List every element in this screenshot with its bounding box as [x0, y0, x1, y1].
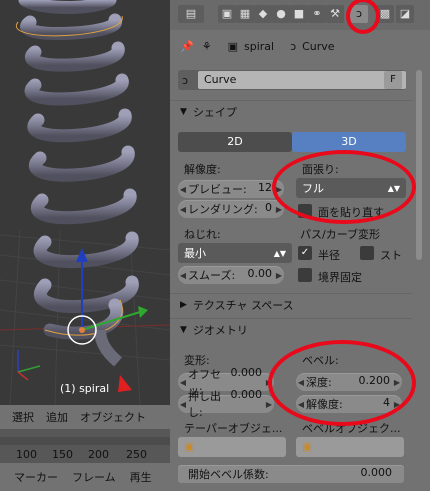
- stretch-checkbox[interactable]: [360, 246, 374, 260]
- field-label: 開始ベベル係数:: [188, 468, 269, 481]
- curve-icon: ↄ: [290, 39, 297, 53]
- scene-tab-icon[interactable]: ◆: [254, 5, 272, 23]
- field-label: 押し出し:: [188, 390, 221, 419]
- collapse-icon: ▼: [180, 325, 187, 335]
- datablock-name[interactable]: Curve: [198, 71, 406, 89]
- properties-tabs: ▤ ▣ ▦ ◆ ● ■ ⚭ ⚒ ↄ ▩ ◪: [170, 0, 430, 30]
- smooth-field[interactable]: ◀ スムーズ: 0.00 ▶: [178, 266, 284, 284]
- section-title: シェイプ: [192, 106, 237, 119]
- twist-label: ねじれ:: [184, 228, 221, 241]
- breadcrumb: 📌 ⚘ ▣ spiral ↄ Curve: [170, 30, 430, 62]
- tick-label: 200: [88, 448, 109, 461]
- taper-object-field[interactable]: ▣: [178, 437, 286, 457]
- timeline-ticks: 100 150 200 250: [0, 448, 170, 462]
- field-label: スムーズ:: [188, 269, 236, 282]
- shape-panel-header[interactable]: ▼ シェイプ: [170, 100, 412, 123]
- breadcrumb-object: spiral: [243, 39, 275, 53]
- field-value: 0.00: [247, 267, 273, 280]
- layers-tab-icon[interactable]: ▦: [236, 5, 254, 23]
- constraints-tab-icon[interactable]: ⚭: [308, 5, 326, 23]
- menu-frame[interactable]: フレーム: [72, 469, 116, 485]
- tick-label: 250: [126, 448, 147, 461]
- timeline[interactable]: 100 150 200 250: [0, 429, 170, 463]
- extrude-field[interactable]: ◀ 押し出し: 0.000 ▶: [178, 388, 274, 419]
- field-label: レンダリング:: [188, 203, 258, 216]
- bounds-clamp-checkbox[interactable]: [298, 268, 312, 282]
- panel-scrollbar[interactable]: [416, 70, 422, 260]
- viewport-header: 選択 追加 オブジェクト: [0, 405, 170, 429]
- world-tab-icon[interactable]: ●: [272, 5, 290, 23]
- updown-icon: ▲▼: [273, 248, 286, 258]
- radius-checkbox[interactable]: ✓: [298, 246, 312, 260]
- field-value: 0.000: [230, 388, 263, 401]
- curve-data-icon: ↄ: [182, 73, 189, 87]
- timeline-header: マーカー フレーム 再生: [0, 463, 170, 491]
- tick-label: 100: [16, 448, 37, 461]
- field-value: 12: [258, 181, 272, 194]
- stretch-label: スト: [380, 249, 402, 262]
- object-icon: ▣: [184, 440, 195, 453]
- texture-space-panel-header[interactable]: ▶ テクスチャ スペース: [170, 293, 412, 316]
- dim-2d-button[interactable]: 2D: [178, 132, 292, 152]
- object-icon: ▣: [227, 39, 238, 53]
- editor-type-icon[interactable]: ▤: [178, 5, 204, 23]
- modifiers-tab-icon[interactable]: ⚒: [326, 5, 344, 23]
- datablock-field[interactable]: ↄ Curve: [178, 70, 406, 90]
- menu-marker[interactable]: マーカー: [14, 469, 58, 485]
- preview-resolution-field[interactable]: ◀ プレビュー: 12 ▶: [178, 180, 284, 198]
- dim-3d-button[interactable]: 3D: [292, 132, 406, 152]
- path-deform-label: パス/カーブ変形: [300, 228, 381, 241]
- tick-label: 150: [52, 448, 73, 461]
- radius-label: 半径: [318, 249, 340, 262]
- bevel-start-factor-field[interactable]: 開始ベベル係数: 0.000: [178, 465, 404, 483]
- geometry-panel-header[interactable]: ▼ ジオメトリ: [170, 318, 412, 341]
- render-tab-icon[interactable]: ▣: [218, 5, 236, 23]
- texture-tab-icon[interactable]: ◪: [396, 5, 414, 23]
- section-title: ジオメトリ: [192, 324, 248, 337]
- highlight-circle: [272, 150, 416, 224]
- dropdown-value: 最小: [184, 247, 206, 260]
- resolution-label: 解像度:: [184, 163, 221, 176]
- expand-icon: ▶: [180, 300, 187, 310]
- twist-method-dropdown[interactable]: 最小 ▲▼: [178, 243, 292, 263]
- menu-playback[interactable]: 再生: [130, 469, 152, 485]
- active-object-label: (1) spiral: [60, 382, 110, 395]
- taper-object-label: テーパーオブジェ...: [184, 422, 283, 435]
- section-title: テクスチャ スペース: [192, 299, 294, 312]
- spiral-mesh: [0, 0, 170, 405]
- render-resolution-field[interactable]: ◀ レンダリング: 0 ▶: [178, 200, 284, 218]
- fake-user-button[interactable]: F: [384, 71, 402, 89]
- highlight-circle: [268, 340, 416, 426]
- properties-panel: ▤ ▣ ▦ ◆ ● ■ ⚭ ⚒ ↄ ▩ ◪ 📌 ⚘ ▣ spiral ↄ Cur…: [170, 0, 430, 491]
- object-tab-icon[interactable]: ■: [290, 5, 308, 23]
- field-value: 0: [265, 201, 272, 214]
- menu-add[interactable]: 追加: [46, 409, 68, 425]
- object-icon: ▣: [302, 440, 313, 453]
- breadcrumb-data: Curve: [302, 39, 335, 53]
- bevel-object-field[interactable]: ▣: [296, 437, 404, 457]
- field-label: プレビュー:: [188, 183, 247, 196]
- collapse-icon: ▼: [180, 107, 187, 117]
- menu-select[interactable]: 選択: [12, 409, 34, 425]
- dimensions-toggle[interactable]: 2D 3D: [178, 132, 406, 152]
- 3d-viewport[interactable]: (1) spiral: [0, 0, 170, 405]
- pin-icon[interactable]: 📌: [180, 40, 194, 53]
- menu-object[interactable]: オブジェクト: [80, 409, 146, 425]
- scene-icon: ⚘: [201, 39, 212, 53]
- bounds-clamp-label: 境界固定: [318, 271, 362, 284]
- timeline-scrollbar[interactable]: [0, 437, 170, 445]
- field-value: 0.000: [360, 466, 393, 479]
